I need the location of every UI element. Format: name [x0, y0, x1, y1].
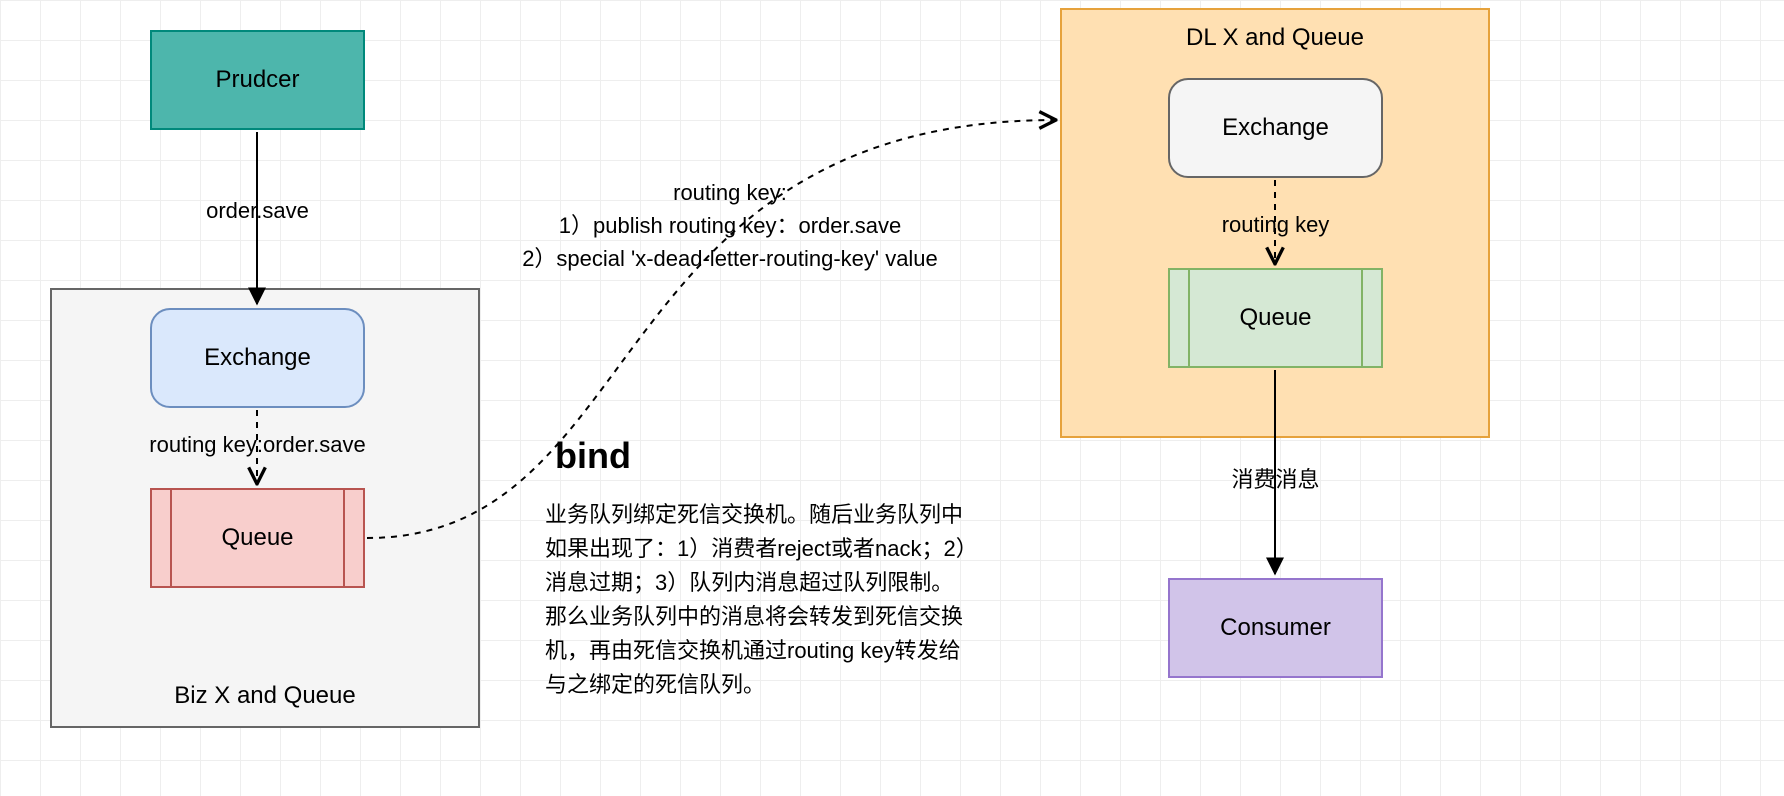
biz-container-label: Biz X and Queue [52, 682, 478, 710]
consumer-node: Consumer [1168, 578, 1383, 678]
consumer-label: Consumer [1220, 614, 1331, 642]
diagram-canvas: Biz X and Queue DL X and Queue Prudcer E… [0, 0, 1784, 796]
order-save-label: order.save [150, 198, 365, 224]
biz-routing-key-label: routing key:order.save [110, 432, 405, 458]
dlx-routing-key-label: routing key [1168, 212, 1383, 238]
dlx-exchange-label: Exchange [1222, 114, 1329, 142]
consume-label: 消费消息 [1168, 462, 1383, 494]
biz-queue-label: Queue [221, 524, 293, 552]
biz-queue-node: Queue [150, 488, 365, 588]
description-text: 业务队列绑定死信交换机。随后业务队列中如果出现了：1）消费者reject或者na… [545, 498, 975, 703]
routing-note: routing key: 1）publish routing key：order… [495, 176, 965, 275]
dlx-queue-label: Queue [1239, 304, 1311, 332]
biz-exchange-node: Exchange [150, 308, 365, 408]
dlx-container-label: DL X and Queue [1062, 24, 1488, 52]
biz-exchange-label: Exchange [204, 344, 311, 372]
dlx-exchange-node: Exchange [1168, 78, 1383, 178]
producer-label: Prudcer [215, 66, 299, 94]
dlx-queue-node: Queue [1168, 268, 1383, 368]
bind-label: bind [555, 435, 631, 477]
producer-node: Prudcer [150, 30, 365, 130]
